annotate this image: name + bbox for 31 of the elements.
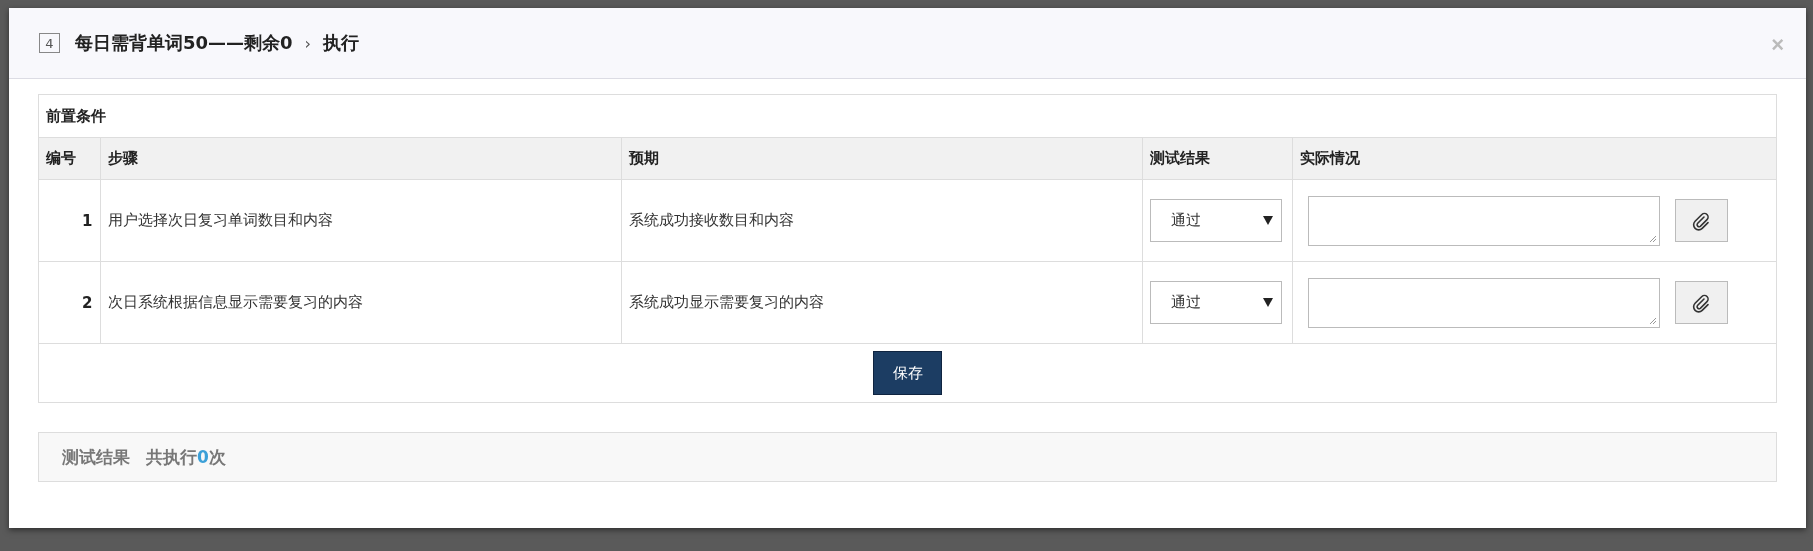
resize-grip-icon[interactable] — [1647, 233, 1657, 243]
table-cell: 次日系统根据信息显示需要复习的内容 — [100, 261, 621, 344]
dialog-title: 每日需背单词50——剩余0 — [75, 31, 293, 55]
index-badge: 4 — [39, 33, 60, 53]
actual-result-field[interactable] — [1307, 195, 1660, 246]
result-dropdown[interactable]: 通过 — [1149, 281, 1282, 324]
result-dropdown[interactable]: 通过 — [1149, 199, 1282, 242]
table-cell: 系统成功接收数目和内容 — [621, 179, 1142, 262]
paperclip-icon — [1691, 292, 1711, 313]
table-cell: 系统成功显示需要复习的内容 — [621, 261, 1142, 344]
dropdown-caret-icon — [1262, 298, 1273, 307]
column-header: 预期 — [621, 137, 1142, 180]
attachment-button[interactable] — [1674, 199, 1728, 242]
table-cell: 2 — [39, 261, 100, 344]
resize-grip-icon[interactable] — [1647, 315, 1657, 325]
actual-result-field[interactable] — [1307, 277, 1660, 328]
precondition-label: 前置条件 — [45, 105, 107, 127]
column-header: 实际情况 — [1292, 137, 1776, 180]
column-header: 测试结果 — [1142, 137, 1292, 180]
dropdown-caret-icon — [1262, 216, 1273, 225]
results-label: 测试结果 — [62, 445, 130, 469]
attachment-button[interactable] — [1674, 281, 1728, 324]
column-header: 步骤 — [100, 137, 621, 180]
save-button[interactable]: 保存 — [873, 351, 942, 395]
table-cell: 1 — [39, 179, 100, 262]
breadcrumb-current: 执行 — [323, 31, 359, 55]
paperclip-icon — [1691, 210, 1711, 231]
table-cell: 用户选择次日复习单词数目和内容 — [100, 179, 621, 262]
breadcrumb-separator: › — [304, 33, 311, 53]
column-header: 编号 — [39, 137, 100, 180]
execution-count: 共执行0次 — [146, 445, 226, 469]
